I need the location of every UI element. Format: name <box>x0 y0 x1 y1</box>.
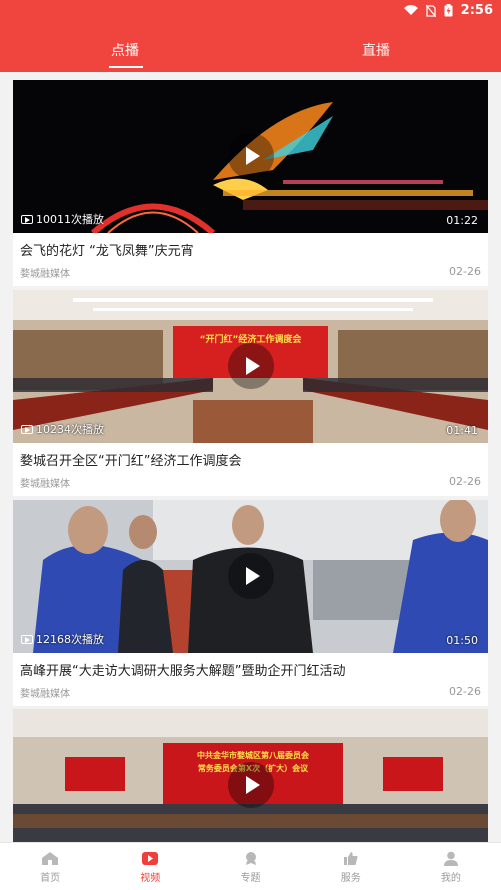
play-count: 12168次播放 <box>21 631 104 647</box>
play-count-text: 10234次播放 <box>36 423 104 436</box>
video-card[interactable]: 12168次播放 01:50 高峰开展“大走访大调研大服务大解题”暨助企开门红活… <box>13 500 488 706</box>
play-count-text: 10011次播放 <box>36 213 104 226</box>
status-bar: 2:56 <box>0 0 501 22</box>
video-thumbnail[interactable]: 12168次播放 01:50 <box>13 500 488 653</box>
video-duration: 01:22 <box>446 214 478 227</box>
tab-bar: 点播 直播 <box>0 40 501 70</box>
video-source: 婺城融媒体 <box>20 479 70 490</box>
video-icon <box>142 852 159 865</box>
video-title[interactable]: 会飞的花灯 “龙飞凤舞”庆元宵 <box>13 233 488 260</box>
nav-home-label: 首页 <box>40 873 61 884</box>
video-meta: 婺城融媒体 02-26 <box>13 470 488 496</box>
video-card[interactable]: 10011次播放 01:22 会飞的花灯 “龙飞凤舞”庆元宵 婺城融媒体 02-… <box>13 80 488 286</box>
video-card[interactable]: 中共金华市婺城区第八届委员会 常务委员会第X次（扩大）会议 <box>13 709 488 842</box>
nav-home[interactable]: 首页 <box>0 843 100 890</box>
video-title[interactable]: 婺城召开全区“开门红”经济工作调度会 <box>13 443 488 470</box>
battery-icon <box>444 4 453 17</box>
video-source: 婺城融媒体 <box>20 689 70 700</box>
nav-me-label: 我的 <box>440 873 461 884</box>
video-date: 02-26 <box>449 265 481 278</box>
video-meta: 婺城融媒体 02-26 <box>13 680 488 706</box>
play-count: 10011次播放 <box>21 211 104 227</box>
no-sim-icon <box>425 4 436 17</box>
video-date: 02-26 <box>449 685 481 698</box>
video-feed[interactable]: 10011次播放 01:22 会飞的花灯 “龙飞凤舞”庆元宵 婺城融媒体 02-… <box>0 72 501 842</box>
video-date: 02-26 <box>449 475 481 488</box>
play-count: 10234次播放 <box>21 421 104 437</box>
play-button[interactable] <box>228 762 274 808</box>
play-button[interactable] <box>228 343 274 389</box>
user-icon <box>443 851 458 866</box>
play-count-icon <box>21 634 33 644</box>
video-title[interactable]: 高峰开展“大走访大调研大服务大解题”暨助企开门红活动 <box>13 653 488 680</box>
video-thumbnail[interactable]: 10011次播放 01:22 <box>13 80 488 233</box>
wifi-icon <box>403 5 418 15</box>
video-card[interactable]: “开门红”经济工作调度会 10234次播放 01:41 婺城召开全区“开门红”经… <box>13 290 488 496</box>
video-duration: 01:50 <box>446 634 478 647</box>
nav-me[interactable]: 我的 <box>401 843 501 890</box>
video-meta: 婺城融媒体 02-26 <box>13 260 488 286</box>
active-tab-indicator <box>109 66 143 68</box>
tab-on-demand[interactable]: 点播 <box>95 40 155 60</box>
nav-service-label: 服务 <box>340 873 361 884</box>
video-thumbnail[interactable]: “开门红”经济工作调度会 10234次播放 01:41 <box>13 290 488 443</box>
video-thumbnail[interactable]: 中共金华市婺城区第八届委员会 常务委员会第X次（扩大）会议 <box>13 709 488 842</box>
tab-live[interactable]: 直播 <box>346 40 406 60</box>
nav-service[interactable]: 服务 <box>301 843 401 890</box>
play-count-text: 12168次播放 <box>36 633 104 646</box>
nav-video-label: 视频 <box>140 873 161 884</box>
video-duration: 01:41 <box>446 424 478 437</box>
bottom-nav: 首页 视频 专题 服务 我的 <box>0 842 501 890</box>
play-button[interactable] <box>228 553 274 599</box>
video-source: 婺城融媒体 <box>20 269 70 280</box>
nav-topic[interactable]: 专题 <box>200 843 300 890</box>
play-count-icon <box>21 214 33 224</box>
status-time: 2:56 <box>460 3 493 18</box>
topic-icon <box>245 852 256 865</box>
home-icon <box>42 852 59 865</box>
play-count-icon <box>21 424 33 434</box>
nav-video[interactable]: 视频 <box>100 843 200 890</box>
conference-banner-line-1: 中共金华市婺城区第八届委员会 <box>197 751 309 760</box>
nav-topic-label: 专题 <box>240 873 261 884</box>
play-button[interactable] <box>228 133 274 179</box>
header: 2:56 点播 直播 <box>0 0 501 72</box>
thumbs-up-icon <box>343 852 358 865</box>
